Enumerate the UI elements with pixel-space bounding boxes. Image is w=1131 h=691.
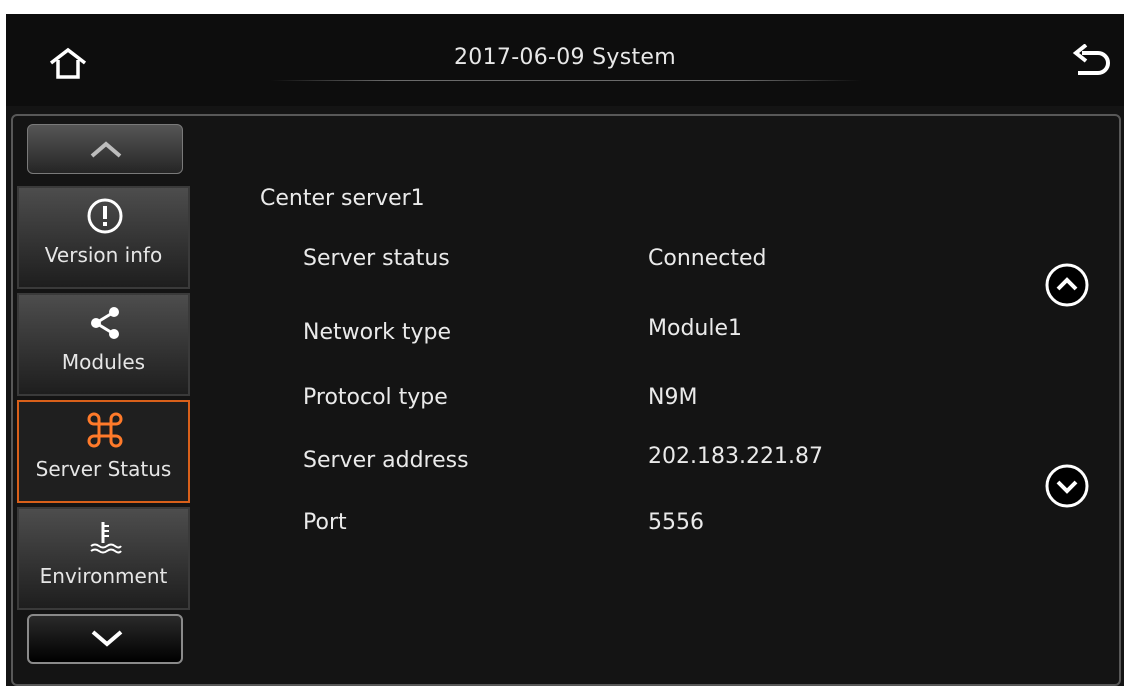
page-up-button[interactable]: [1044, 262, 1090, 308]
info-icon: [87, 198, 123, 234]
circle-chevron-down-icon: [1045, 464, 1089, 508]
sidebar-item-modules[interactable]: Modules: [17, 293, 190, 396]
title-divider: [271, 80, 861, 81]
sidebar-scroll-up-button[interactable]: [27, 124, 183, 174]
sidebar-item-version-info[interactable]: Version info: [17, 186, 190, 289]
sidebar-item-label: Server Status: [35, 457, 172, 481]
row-label-network-type: Network type: [303, 320, 451, 345]
row-label-server-status: Server status: [303, 246, 450, 271]
row-value-network-type: Module1: [648, 316, 742, 341]
section-title: Center server1: [260, 186, 425, 211]
sidebar-item-label: Modules: [61, 350, 146, 374]
circle-chevron-up-icon: [1045, 263, 1089, 307]
chevron-down-icon: [91, 630, 123, 647]
sidebar-scroll-down-button[interactable]: [27, 614, 183, 664]
row-label-port: Port: [303, 510, 347, 535]
device-screen: 2017-06-09 System Version info Modules S…: [6, 14, 1124, 686]
sidebar-item-label: Version info: [44, 243, 163, 267]
page-down-button[interactable]: [1044, 463, 1090, 509]
command-icon: [87, 412, 123, 448]
row-value-server-address: 202.183.221.87: [648, 444, 823, 469]
chevron-up-icon: [90, 141, 122, 158]
row-label-protocol-type: Protocol type: [303, 385, 448, 410]
sidebar-item-environment[interactable]: Environment: [17, 507, 190, 610]
sidebar-item-label: Environment: [39, 564, 168, 588]
row-value-port: 5556: [648, 510, 704, 535]
back-button[interactable]: [1070, 43, 1114, 84]
row-label-server-address: Server address: [303, 448, 469, 473]
share-icon: [91, 307, 119, 339]
page-title: 2017-06-09 System: [454, 45, 676, 70]
row-value-server-status: Connected: [648, 246, 767, 271]
temperature-icon: [90, 522, 122, 554]
row-value-protocol-type: N9M: [648, 385, 698, 410]
back-icon: [1072, 43, 1110, 75]
top-bar: 2017-06-09 System: [6, 14, 1124, 106]
sidebar-item-server-status[interactable]: Server Status: [17, 400, 190, 503]
